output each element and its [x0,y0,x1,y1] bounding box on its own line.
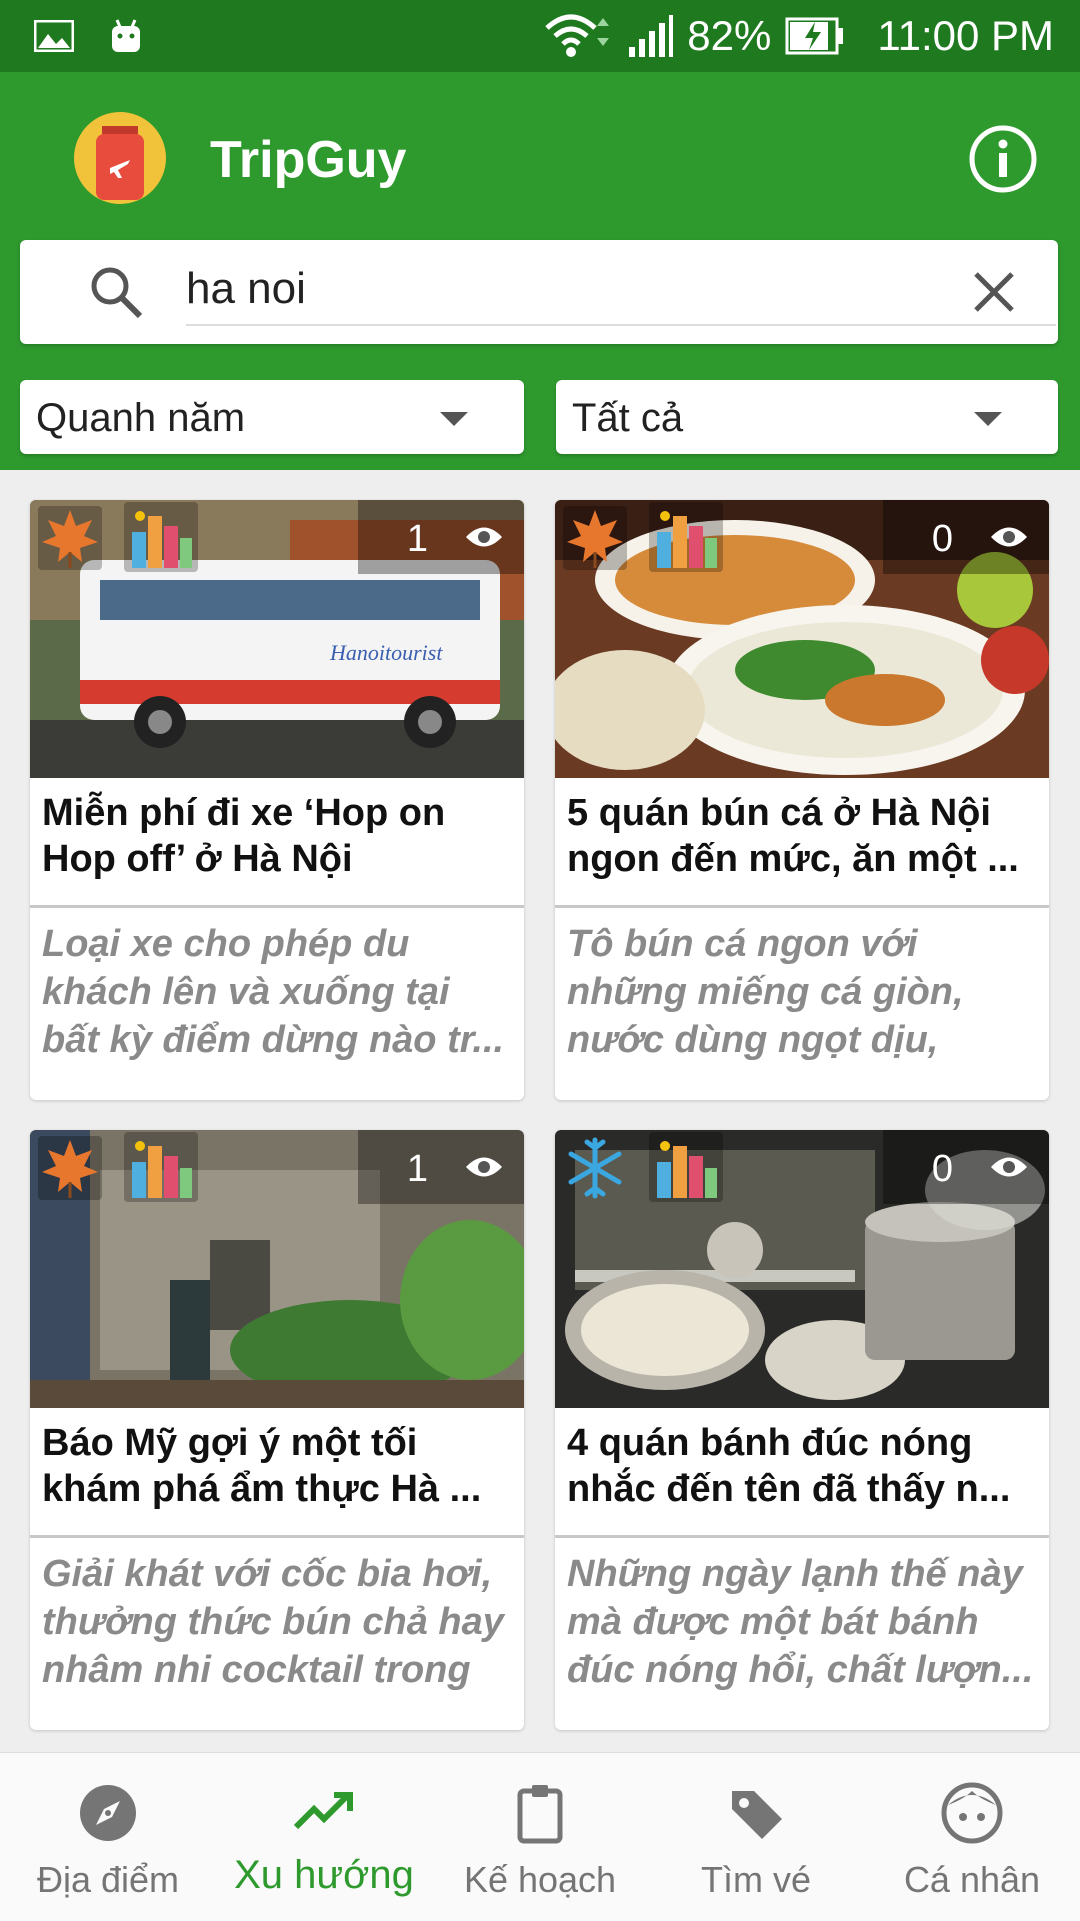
article-card[interactable]: 0 4 quán bánh đúc nóng nhắc đến tên đã t… [555,1130,1049,1730]
clear-search-icon[interactable] [970,268,1018,316]
nav-label: Địa điểm [36,1859,180,1900]
article-title: 4 quán bánh đúc nóng nhắc đến tên đã thấ… [567,1422,1011,1510]
search-bar: ha noi [20,240,1058,344]
app-title: TripGuy [210,131,407,189]
divider [555,905,1049,908]
divider [555,1535,1049,1538]
search-icon [91,267,143,319]
compass-icon [80,1785,136,1841]
autumn-leaf-icon [563,506,627,570]
article-description: Loại xe cho phép du khách lên và xuống t… [42,923,505,1061]
battery-charging-icon [785,17,844,55]
city-category-icon [649,1132,723,1202]
city-category-icon [124,1132,198,1202]
chevron-down-icon [974,412,1002,426]
city-category-icon [649,502,723,572]
eye-icon [991,1157,1027,1177]
divider [30,905,524,908]
nav-label: Kế hoạch [463,1859,617,1900]
eye-icon [466,527,502,547]
status-bar: 82% 11:00 PM [0,0,1080,72]
bottom-navigation: Địa điểm Xu hướng Kế hoạch Tìm vé Cá nhâ… [0,1752,1080,1921]
article-title: Miễn phí đi xe ‘Hop on Hop off’ ở Hà Nội [42,792,446,880]
nav-item-ca-nhan[interactable]: Cá nhân [864,1753,1080,1921]
profile-face-icon [941,1782,1003,1844]
article-card[interactable]: 0 5 quán bún cá ở Hà Nội ngon đến mức, ă… [555,500,1049,1100]
category-filter-dropdown[interactable]: Tất cả [556,380,1058,454]
gallery-notification-icon [34,20,74,52]
divider [30,1535,524,1538]
search-input[interactable]: ha noi [186,254,1056,326]
view-count: 1 [406,1148,428,1190]
article-card[interactable]: Hanoitourist 1 Miễn phí đi xe ‘Hop on Ho… [30,500,524,1100]
tag-icon [732,1791,782,1839]
wifi-icon [545,14,610,57]
app-bar: TripGuy ha noi Quanh năm Tất cả [0,72,1080,470]
city-category-icon [124,502,198,572]
autumn-leaf-icon [38,1136,102,1200]
article-title: 5 quán bún cá ở Hà Nội ngon đến mức, ăn … [567,792,1019,880]
nav-item-tim-ve[interactable]: Tìm vé [648,1753,864,1921]
snowflake-icon [563,1136,627,1200]
nav-item-dia-diem[interactable]: Địa điểm [0,1753,216,1921]
autumn-leaf-icon [38,506,102,570]
info-icon[interactable] [968,124,1038,194]
season-filter-value: Quanh năm [36,396,246,440]
battery-percent: 82% [687,12,772,59]
suitcase-icon [96,126,144,200]
eye-icon [466,1157,502,1177]
chevron-down-icon [440,412,468,426]
season-filter-dropdown[interactable]: Quanh năm [20,380,524,454]
app-logo [74,112,166,204]
article-title: Báo Mỹ gợi ý một tối khám phá ẩm thực Hà… [42,1422,482,1510]
view-count: 1 [406,518,428,560]
view-count: 0 [931,1148,953,1190]
nav-label: Xu hướng [234,1853,414,1897]
nav-item-xu-huong[interactable]: Xu hướng [216,1753,432,1921]
nav-label: Tìm vé [700,1859,811,1900]
category-filter-value: Tất cả [572,396,684,440]
article-description: Giải khát với cốc bia hơi, thưởng thức b… [42,1553,504,1691]
article-card[interactable]: 1 Báo Mỹ gợi ý một tối khám phá ẩm thực … [30,1130,524,1730]
cellular-signal-icon [629,15,674,57]
trending-icon [293,1792,353,1830]
nav-item-ke-hoach[interactable]: Kế hoạch [432,1753,648,1921]
nav-label: Cá nhân [903,1859,1041,1900]
clipboard-icon [517,1785,563,1844]
clock: 11:00 PM [877,12,1054,59]
eye-icon [991,527,1027,547]
view-count: 0 [931,518,953,560]
android-notification-icon [112,19,140,52]
article-description: Tô bún cá ngon với những miếng cá giòn, … [567,923,964,1061]
svg-text:Hanoitourist: Hanoitourist [329,640,443,665]
article-description: Những ngày lạnh thế này mà được một bát … [567,1553,1034,1691]
